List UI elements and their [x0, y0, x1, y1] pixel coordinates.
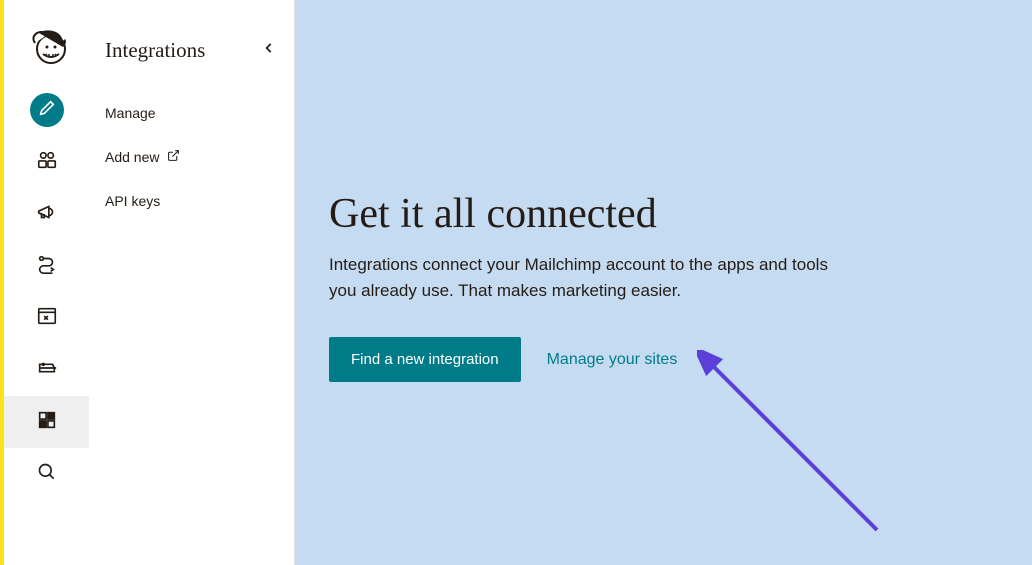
page-subtext: Integrations connect your Mailchimp acco… [329, 252, 849, 303]
nav-website[interactable] [4, 292, 89, 344]
sidebar-item-api-keys[interactable]: API keys [105, 179, 294, 223]
collapse-chevron-icon[interactable] [262, 41, 276, 60]
nav-integrations[interactable] [4, 396, 89, 448]
main-content: Get it all connected Integrations connec… [295, 0, 1032, 565]
sidebar-item-label: Add new [105, 149, 159, 165]
sidebar-item-label: Manage [105, 105, 156, 121]
icon-rail [4, 0, 89, 565]
nav-create[interactable] [4, 84, 89, 136]
sidebar-title: Integrations [105, 38, 205, 63]
nav-campaigns[interactable] [4, 188, 89, 240]
audience-icon [36, 149, 58, 176]
page-headline: Get it all connected [329, 190, 1032, 238]
nav-content[interactable] [4, 344, 89, 396]
nav-search[interactable] [4, 448, 89, 500]
integrations-icon [36, 409, 58, 436]
sidebar-item-label: API keys [105, 193, 160, 209]
nav-automations[interactable] [4, 240, 89, 292]
cta-row: Find a new integration Manage your sites [329, 337, 1032, 382]
sidebar-header: Integrations [105, 38, 294, 63]
content-icon [36, 357, 58, 384]
brand-logo[interactable] [4, 14, 89, 84]
website-icon [36, 305, 58, 332]
sidebar: Integrations Manage Add new API keys [89, 0, 295, 565]
megaphone-icon [36, 201, 58, 228]
pencil-icon [38, 99, 56, 122]
freddie-logo-icon [25, 25, 69, 74]
search-icon [37, 462, 57, 487]
sidebar-item-add-new[interactable]: Add new [105, 135, 294, 179]
nav-audience[interactable] [4, 136, 89, 188]
external-link-icon [167, 149, 180, 165]
find-integration-button[interactable]: Find a new integration [329, 337, 521, 382]
manage-sites-link[interactable]: Manage your sites [547, 351, 678, 369]
journey-icon [36, 253, 58, 280]
sidebar-item-manage[interactable]: Manage [105, 91, 294, 135]
